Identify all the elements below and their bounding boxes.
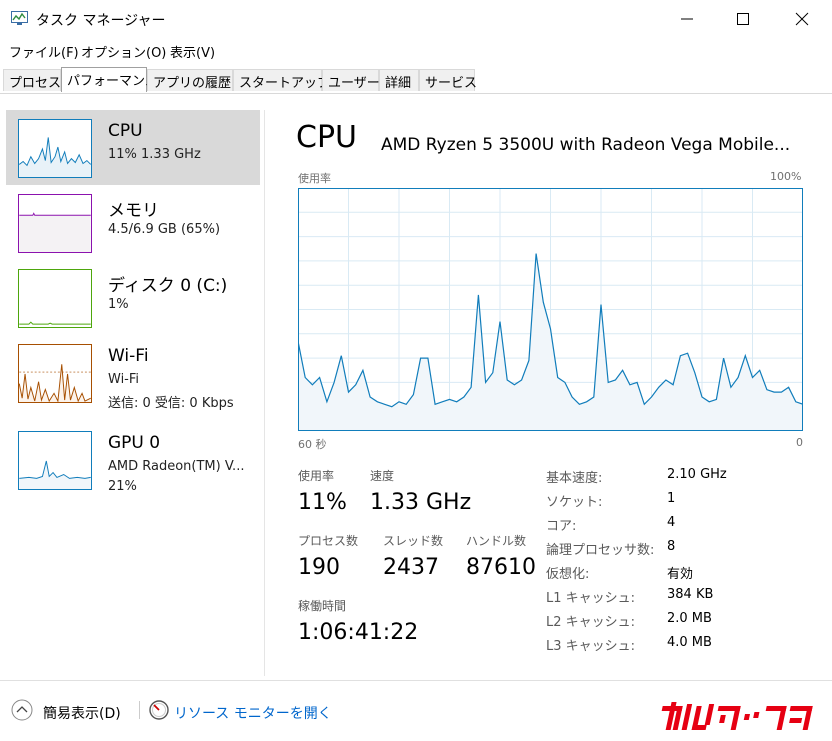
footer-divider [0,680,832,681]
spec-label-l3: L3 キャッシュ: [546,639,636,654]
processes-value: 190 [298,555,340,580]
tab-startup[interactable]: スタートアップ [233,69,330,91]
minimize-icon[interactable] [676,8,698,30]
site-logo-watermark [661,702,813,730]
tab-services[interactable]: サービス [419,69,477,91]
task-manager-icon [11,11,28,25]
speed-value: 1.33 GHz [370,490,472,515]
gpu-thumbnail-graph [18,431,92,490]
spec-label-base-speed: 基本速度: [546,471,603,486]
sidebar-item-detail: 1% [108,297,129,312]
page-title: CPU [296,120,357,155]
tab-performance[interactable]: パフォーマンス [61,67,158,92]
sidebar-item-name: CPU [108,121,143,141]
memory-thumbnail-graph [18,194,92,253]
sidebar-item-name: メモリ [108,201,159,221]
sidebar-item-detail-2: 送信: 0 受信: 0 Kbps [108,396,234,411]
spec-value-virtualization: 有効 [667,567,694,582]
spec-label-logical: 論理プロセッサ数: [546,543,655,558]
cpu-usage-chart [298,188,803,431]
sidebar-item-detail: Wi-Fi [108,372,140,387]
title-bar[interactable]: タスク マネージャー [0,0,832,38]
spec-label-l2: L2 キャッシュ: [546,615,636,630]
tab-processes[interactable]: プロセス [3,69,61,91]
spec-value-l3: 4.0 MB [667,635,712,650]
sidebar-item-disk[interactable]: ディスク 0 (C:) 1% [6,260,260,335]
menu-view[interactable]: 表示(V) [170,42,215,61]
spec-value-l1: 384 KB [667,587,714,602]
sidebar-item-detail: 4.5/6.9 GB (65%) [108,222,221,237]
chart-y-label: 使用率 [298,172,331,185]
tab-details[interactable]: 詳細 [379,69,419,91]
chevron-up-icon[interactable] [11,699,33,721]
spec-label-sockets: ソケット: [546,495,603,510]
spec-value-l2: 2.0 MB [667,611,712,626]
sidebar-item-name: ディスク 0 (C:) [108,276,228,296]
spec-value-sockets: 1 [667,491,676,506]
spec-value-base-speed: 2.10 GHz [667,467,727,482]
sidebar-item-name: GPU 0 [108,433,161,453]
sidebar-item-name: Wi-Fi [108,346,149,366]
chart-y-max: 100% [770,170,802,183]
spec-value-logical: 8 [667,539,676,554]
cpu-thumbnail-graph [18,119,92,178]
spec-label-l1: L1 キャッシュ: [546,591,636,606]
resource-monitor-icon[interactable] [149,700,169,720]
footer-separator [139,701,140,719]
spec-value-cores: 4 [667,515,676,530]
handles-value: 87610 [466,555,536,580]
tab-bar: プロセス パフォーマンス アプリの履歴 スタートアップ ユーザー 詳細 サービス [0,67,832,94]
processes-label: プロセス数 [298,534,359,548]
sidebar-item-wifi[interactable]: Wi-Fi Wi-Fi 送信: 0 受信: 0 Kbps [6,335,260,411]
menu-options[interactable]: オプション(O) [81,42,166,61]
spec-label-virtualization: 仮想化: [546,567,590,582]
fewer-details-button[interactable]: 簡易表示(D) [43,703,121,723]
sidebar-item-memory[interactable]: メモリ 4.5/6.9 GB (65%) [6,185,260,260]
usage-label: 使用率 [298,469,335,483]
uptime-label: 稼働時間 [298,599,347,613]
menu-bar: ファイル(F) オプション(O) 表示(V) [0,38,832,62]
tab-app-history[interactable]: アプリの履歴 [147,69,233,91]
open-resource-monitor-link[interactable]: リソース モニターを開く [174,703,332,723]
sidebar-item-cpu[interactable]: CPU 11% 1.33 GHz [6,110,260,185]
threads-label: スレッド数 [383,534,444,548]
chart-x-right-label: 0 [796,436,803,449]
sidebar-item-detail: 11% 1.33 GHz [108,147,201,162]
sidebar-item-detail-2: 21% [108,479,137,494]
handles-label: ハンドル数 [466,534,527,548]
menu-file[interactable]: ファイル(F) [9,42,79,61]
sidebar-divider[interactable] [264,110,265,676]
disk-thumbnail-graph [18,269,92,328]
usage-value: 11% [298,490,347,515]
spec-label-cores: コア: [546,519,577,534]
wifi-thumbnail-graph [18,344,92,403]
uptime-value: 1:06:41:22 [298,620,419,645]
close-icon[interactable] [791,8,813,30]
window-title: タスク マネージャー [36,13,166,29]
chart-x-left-label: 60 秒 [298,438,327,451]
cpu-model-name: AMD Ryzen 5 3500U with Radeon Vega Mobil… [381,135,791,155]
maximize-icon[interactable] [732,8,754,30]
tab-users[interactable]: ユーザー [322,69,380,91]
threads-value: 2437 [383,555,439,580]
sidebar-item-gpu[interactable]: GPU 0 AMD Radeon(TM) V... 21% [6,422,260,497]
sidebar-item-detail: AMD Radeon(TM) V... [108,459,245,474]
speed-label: 速度 [370,469,395,483]
